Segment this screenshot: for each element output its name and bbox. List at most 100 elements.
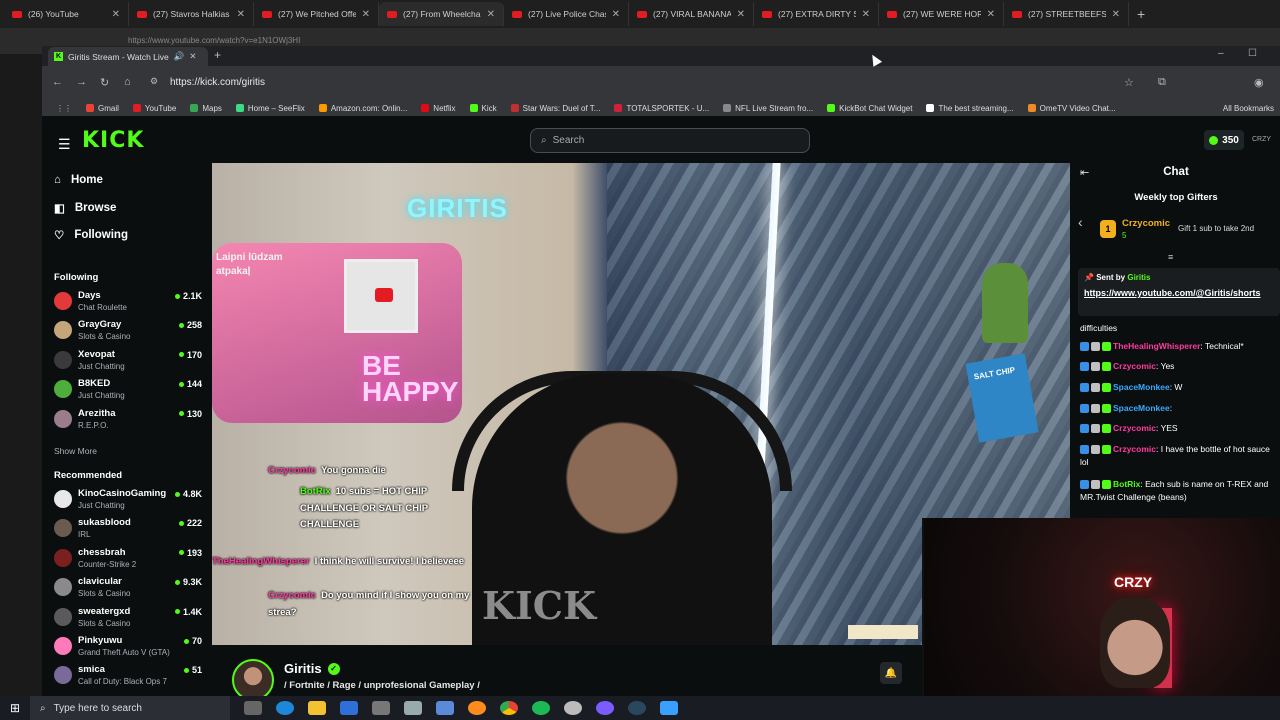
file-explorer-icon[interactable] [308, 701, 326, 715]
nav-following[interactable]: ♡ Following [54, 228, 128, 242]
apps-icon[interactable]: ⋮⋮ [56, 104, 72, 113]
inner-url[interactable]: https://kick.com/giritis [170, 77, 265, 88]
chat-username[interactable]: SpaceMonkee [1113, 382, 1170, 392]
steam-icon[interactable] [628, 701, 646, 715]
bookmark-item[interactable]: Netflix [421, 104, 456, 113]
all-bookmarks-button[interactable]: All Bookmarks [1223, 104, 1274, 113]
chrome-icon[interactable] [500, 701, 518, 715]
task-view-icon[interactable] [244, 701, 262, 715]
expand-icon[interactable]: ≡ [1168, 252, 1173, 262]
forward-icon[interactable]: → [76, 76, 87, 88]
nav-home[interactable]: ⌂ Home [54, 174, 103, 186]
outer-tab[interactable]: (27) From Wheelchair ✕ [379, 2, 504, 26]
tab-close-icon[interactable]: ✕ [362, 9, 370, 20]
chat-username[interactable]: Crzycomic [1113, 444, 1156, 454]
extensions-icon[interactable]: ⧉ [1158, 76, 1166, 89]
outer-tab[interactable]: (27) VIRAL BANANA V ✕ [629, 2, 754, 26]
profile-icon[interactable]: ◉ [1254, 76, 1264, 89]
channel-row[interactable]: Arezitha R.E.P.O. 130 [54, 408, 202, 434]
outer-tab[interactable]: (27) Live Police Chase ✕ [504, 2, 629, 26]
tab-close-icon[interactable]: ✕ [1112, 9, 1120, 20]
channel-row[interactable]: GrayGray Slots & Casino 258 [54, 319, 202, 345]
outer-tab[interactable]: (26) YouTube ✕ [4, 2, 129, 26]
chat-username[interactable]: TheHealingWhisperer [1113, 341, 1200, 351]
edge-icon[interactable] [276, 701, 294, 715]
kick-logo[interactable]: KICK [82, 128, 144, 153]
chat-username[interactable]: SpaceMonkee [1113, 403, 1170, 413]
outer-tab[interactable]: (27) WE WERE HORRI ✕ [879, 2, 1004, 26]
app-icon[interactable] [436, 701, 454, 715]
tab-close-icon[interactable]: ✕ [189, 51, 196, 62]
pinned-link[interactable]: https://www.youtube.com/@Giritis/shorts [1084, 287, 1274, 300]
channel-row[interactable]: chessbrah Counter-Strike 2 193 [54, 547, 202, 573]
bookmark-item[interactable]: YouTube [132, 104, 176, 113]
site-info-icon[interactable]: ⚙ [150, 76, 158, 87]
user-avatar[interactable]: CRZY [1252, 136, 1271, 143]
bookmark-item[interactable]: TOTALSPORTEK - U... [614, 104, 709, 113]
outer-tab[interactable]: (27) We Pitched Offen ✕ [254, 2, 379, 26]
chevron-left-icon[interactable]: ‹ [1078, 214, 1083, 230]
tab-close-icon[interactable]: ✕ [112, 9, 120, 20]
calculator-icon[interactable] [372, 701, 390, 715]
channel-row[interactable]: Pinkyuwu Grand Theft Auto V (GTA) 70 [54, 635, 202, 661]
channel-row[interactable]: KinoCasinoGaming Just Chatting 4.8K [54, 488, 202, 514]
reload-icon[interactable]: ↻ [100, 76, 109, 89]
bookmark-item[interactable]: OmeTV Video Chat... [1027, 104, 1116, 113]
bookmark-item[interactable]: Star Wars: Duel of T... [510, 104, 600, 113]
outer-tab[interactable]: (27) EXTRA DIRTY STU ✕ [754, 2, 879, 26]
tab-close-icon[interactable]: ✕ [612, 9, 620, 20]
app-icon[interactable] [660, 701, 678, 715]
channel-row[interactable]: B8KED Just Chatting 144 [54, 378, 202, 404]
kicks-balance-button[interactable]: 350 [1204, 130, 1244, 150]
gift-cta[interactable]: Gift 1 sub to take 2nd [1178, 224, 1254, 233]
channel-row[interactable]: clavicular Slots & Casino 9.3K [54, 576, 202, 602]
bookmark-star-icon[interactable]: ☆ [1124, 76, 1134, 89]
channel-row[interactable]: sukasblood IRL 222 [54, 517, 202, 543]
app-icon[interactable] [564, 701, 582, 715]
outer-tab[interactable]: (27) STREETBEEFS IS R ✕ [1004, 2, 1129, 26]
outer-url[interactable]: https://www.youtube.com/watch?v=e1N1OWj3… [128, 36, 300, 45]
bookmark-item[interactable]: The best streaming... [926, 104, 1014, 113]
firefox-icon[interactable] [468, 701, 486, 715]
start-button[interactable]: ⊞ [0, 701, 30, 715]
bookmark-item[interactable]: Amazon.com: Onlin... [318, 104, 407, 113]
window-maximize-button[interactable]: ☐ [1248, 48, 1257, 59]
back-icon[interactable]: ← [52, 76, 63, 88]
show-more-button[interactable]: Show More [54, 446, 97, 456]
nav-browse[interactable]: ◧ Browse [54, 201, 116, 215]
bookmark-item[interactable]: Kick [469, 104, 497, 113]
bookmark-item[interactable]: Home – SeeFlix [235, 104, 305, 113]
channel-row[interactable]: Xevopat Just Chatting 170 [54, 349, 202, 375]
search-input[interactable]: ⌕ Search [530, 128, 810, 153]
bookmark-item[interactable]: Maps [190, 104, 222, 113]
streamer-name[interactable]: Giritis [284, 661, 322, 676]
tab-close-icon[interactable]: ✕ [487, 9, 495, 20]
home-button-icon[interactable]: ⌂ [124, 76, 131, 88]
channel-row[interactable]: smica Call of Duty: Black Ops 7 51 [54, 664, 202, 690]
notification-bell-button[interactable]: 🔔 [880, 662, 902, 684]
chat-username[interactable]: BotRix [1113, 479, 1140, 489]
chat-username[interactable]: Crzycomic [1113, 423, 1156, 433]
taskbar-search-input[interactable]: ⌕ Type here to search [30, 696, 230, 720]
bookmark-item[interactable]: KickBot Chat Widget [827, 104, 912, 113]
outlook-icon[interactable] [340, 701, 358, 715]
discord-icon[interactable] [596, 701, 614, 715]
new-tab-button[interactable]: + [214, 48, 221, 62]
bookmark-item[interactable]: NFL Live Stream fro... [723, 104, 813, 113]
menu-icon[interactable]: ☰ [58, 136, 71, 153]
outer-tab[interactable]: (27) Stavros Halkias R ✕ [129, 2, 254, 26]
streamer-avatar[interactable] [232, 659, 274, 701]
tab-audio-icon[interactable]: 🔊 [174, 51, 185, 62]
tab-close-icon[interactable]: ✕ [737, 9, 745, 20]
window-minimize-button[interactable]: – [1218, 48, 1224, 59]
tab-close-icon[interactable]: ✕ [987, 9, 995, 20]
app-icon[interactable] [404, 701, 422, 715]
channel-row[interactable]: sweatergxd Slots & Casino 1.4K [54, 606, 202, 632]
tab-close-icon[interactable]: ✕ [237, 9, 245, 20]
bookmark-item[interactable]: Gmail [86, 104, 119, 113]
spotify-icon[interactable] [532, 701, 550, 715]
gifter-name[interactable]: Crzycomic [1122, 218, 1170, 229]
chat-username[interactable]: Crzycomic [1113, 361, 1156, 371]
pinned-user[interactable]: Giritis [1127, 273, 1150, 282]
channel-row[interactable]: Days Chat Roulette 2.1K [54, 290, 202, 316]
